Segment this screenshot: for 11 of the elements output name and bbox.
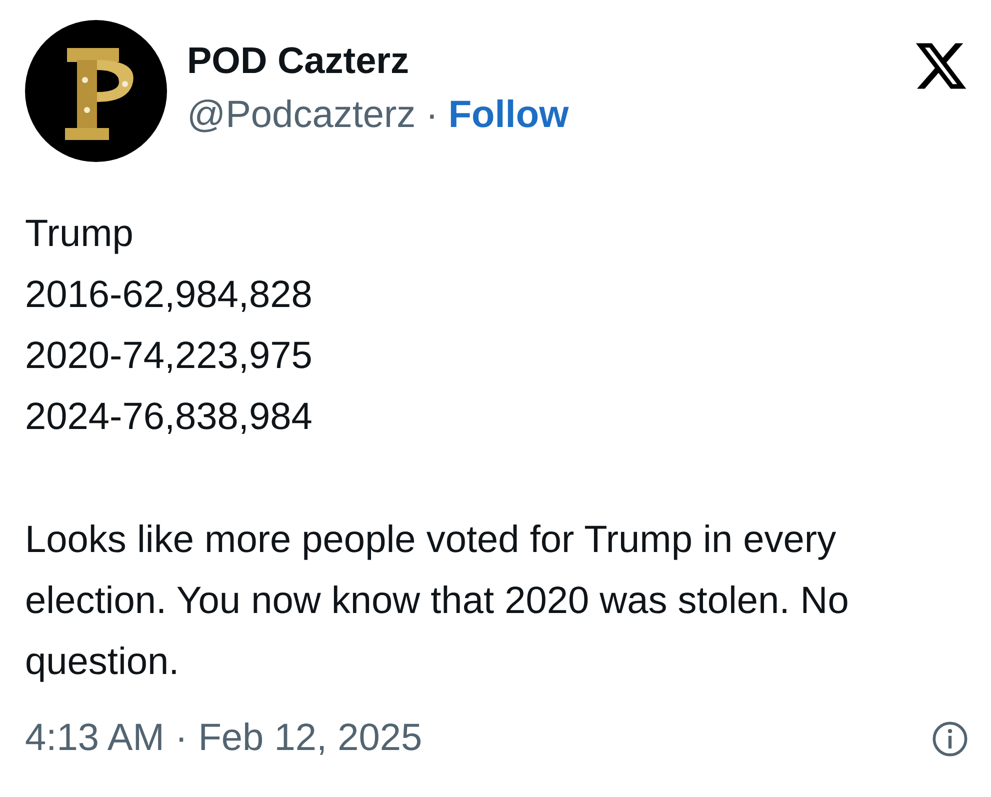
display-name: POD Cazterz: [187, 40, 410, 82]
tweet-text: Looks like more people voted for Trump in every election. You now know that 2020 was stolen. No question.: [25, 518, 850, 685]
tweet-text-line: 2020-74,223,975: [25, 334, 314, 379]
tweet-text-line: Trump: [25, 212, 134, 257]
info-icon[interactable]: [931, 720, 969, 758]
tweet-text-line: 2016-62,984,828: [25, 273, 314, 318]
follow-link[interactable]: Follow: [448, 94, 569, 137]
separator-dot: ·: [426, 94, 438, 137]
timestamp: 4:13 AM · Feb 12, 2025: [25, 717, 422, 760]
tweet-text-line: 2024-76,838,984: [25, 395, 314, 440]
user-handle: @Podcazterz: [187, 94, 416, 137]
